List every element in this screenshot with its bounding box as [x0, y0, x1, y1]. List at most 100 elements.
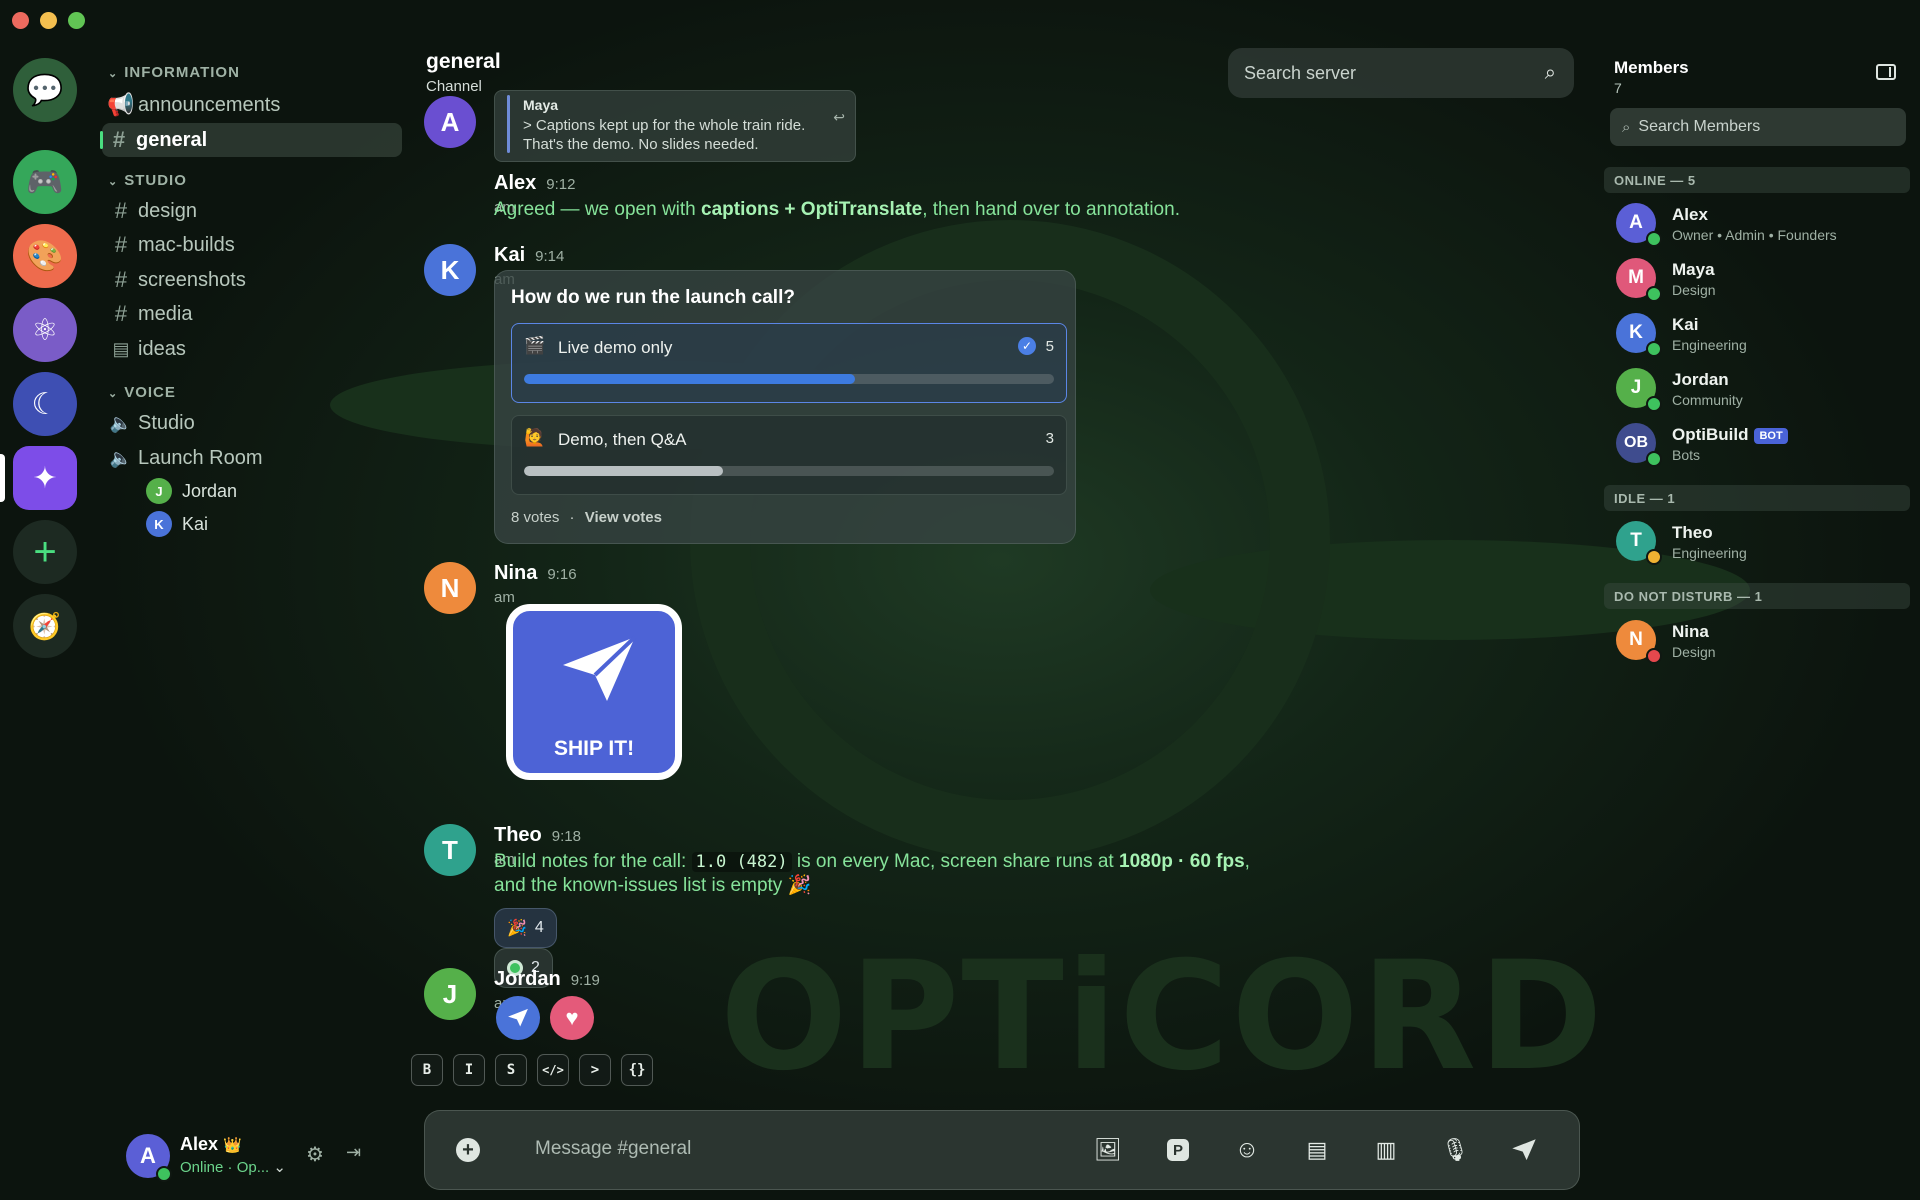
microphone-icon: 🎙 — [1441, 1137, 1469, 1162]
view-votes-link[interactable]: View votes — [585, 509, 662, 526]
voice-channel-studio[interactable]: 🔈 Studio — [104, 406, 394, 440]
bold-button[interactable]: B — [411, 1054, 443, 1086]
member-name: Jordan — [1672, 370, 1729, 389]
paper-plane-icon — [508, 1008, 528, 1027]
status-online-dot — [1646, 341, 1662, 357]
poll-option-demo-qa[interactable]: 🙋 Demo, then Q&A 3 — [511, 415, 1067, 495]
member-alex[interactable]: A Alex Owner • Admin • Founders — [1616, 199, 1906, 249]
member-maya[interactable]: M Maya Design — [1616, 254, 1906, 304]
reply-arrow-icon: ↩ — [833, 109, 845, 125]
image-button[interactable]: 🖼 — [1091, 1133, 1125, 1167]
server-science[interactable]: ⚛ — [13, 298, 77, 362]
status-dnd-dot — [1646, 648, 1662, 664]
code-block-button[interactable]: {} — [621, 1054, 653, 1086]
poll-vote-count: 3 — [1045, 430, 1054, 447]
server-gaming[interactable]: 🎮 — [13, 150, 77, 214]
atom-icon: ⚛ — [31, 313, 59, 347]
member-optibuild[interactable]: OB OptiBuild BOT Bots — [1616, 419, 1906, 469]
member-jordan[interactable]: J Jordan Community — [1616, 364, 1906, 414]
group-dnd: DO NOT DISTURB — 1 — [1604, 583, 1910, 609]
voice-user-kai[interactable]: K Kai — [146, 511, 208, 537]
members-search[interactable]: ⌕ Search Members — [1610, 108, 1906, 146]
zoom-window-button[interactable] — [68, 12, 85, 29]
image-icon: 🖼 — [1094, 1137, 1122, 1162]
message-input[interactable]: Message #general — [535, 1138, 691, 1160]
voice-message-button[interactable]: 🎙 — [1438, 1133, 1472, 1167]
moon-icon: ☾ — [31, 387, 59, 421]
poll-option-label: Demo, then Q&A — [558, 430, 687, 449]
page-title: general — [426, 50, 501, 73]
server-opticord[interactable]: ✦ — [13, 446, 77, 510]
voice-user-jordan[interactable]: J Jordan — [146, 478, 237, 504]
member-kai[interactable]: K Kai Engineering — [1616, 309, 1906, 359]
page-subtitle: Channel — [426, 78, 482, 95]
poll-progress-bar — [524, 466, 1054, 476]
member-name: Alex — [1672, 205, 1708, 224]
heart-emoji[interactable]: ♥ — [550, 996, 594, 1040]
members-search-input[interactable]: Search Members — [1638, 118, 1760, 136]
member-role: Engineering — [1672, 545, 1747, 561]
category-studio[interactable]: ⌄ STUDIO — [108, 172, 187, 189]
message-author[interactable]: Nina 9:16 am — [494, 562, 577, 608]
voice-channel-launch-room[interactable]: 🔈 Launch Room — [104, 441, 394, 475]
status-online-dot — [1646, 451, 1662, 467]
paper-plane-emoji[interactable] — [496, 996, 540, 1040]
channel-general[interactable]: # general — [100, 123, 402, 157]
quoted-reply[interactable]: Maya > Captions kept up for the whole tr… — [494, 90, 856, 162]
close-window-button[interactable] — [12, 12, 29, 29]
channel-media[interactable]: # media — [104, 297, 394, 331]
channel-mac-builds[interactable]: # mac-builds — [104, 228, 394, 262]
reaction-party[interactable]: 🎉 4 — [494, 908, 557, 948]
member-role: Owner • Admin • Founders — [1672, 227, 1837, 243]
poll-button[interactable]: ▥ — [1369, 1133, 1403, 1167]
category-voice[interactable]: ⌄ VOICE — [108, 384, 176, 401]
channel-screenshots[interactable]: # screenshots — [104, 263, 394, 297]
category-information[interactable]: ⌄ INFORMATION — [108, 64, 240, 81]
logout-icon[interactable]: ⇥ — [346, 1142, 361, 1163]
server-night[interactable]: ☾ — [13, 372, 77, 436]
status-online-dot — [1646, 286, 1662, 302]
chevron-down-icon: ⌄ — [108, 68, 119, 80]
message-text: Build notes for the call: 1.0 (482) is o… — [494, 851, 1250, 872]
format-toolbar: B I S </> > {} — [411, 1054, 653, 1086]
message-list: A Maya > Captions kept up for the whole … — [420, 90, 1600, 1056]
channel-announcements[interactable]: 📢 announcements — [104, 88, 394, 122]
member-role: Engineering — [1672, 337, 1747, 353]
add-server-button[interactable]: + — [13, 520, 77, 584]
server-chat[interactable]: 💬 — [13, 58, 77, 122]
emoji-button[interactable]: ☺ — [1230, 1133, 1264, 1167]
poll-progress-bar — [524, 374, 1054, 384]
server-search[interactable]: Search server ⌕ — [1228, 48, 1574, 98]
poll-option-live-demo[interactable]: 🎬 Live demo only ✓ 5 — [511, 323, 1067, 403]
strikethrough-button[interactable]: S — [495, 1054, 527, 1086]
quote-button[interactable]: > — [579, 1054, 611, 1086]
members-sidebar: Members 7 ⌕ Search Members ONLINE — 5 A … — [1600, 40, 1920, 1200]
message-text: and the known-issues list is empty 🎉 — [494, 875, 812, 896]
toggle-sidebar-icon[interactable] — [1876, 64, 1896, 80]
hash-icon: # — [114, 232, 128, 257]
member-nina[interactable]: N Nina Design — [1616, 616, 1906, 666]
add-attachment-button[interactable]: + — [451, 1133, 485, 1167]
member-role: Bots — [1672, 447, 1701, 463]
italic-button[interactable]: I — [453, 1054, 485, 1086]
sticker-button[interactable]: ▤ — [1300, 1133, 1334, 1167]
reply-text-line: That's the demo. No slides needed. — [523, 136, 759, 153]
ship-it-sticker[interactable]: SHIP IT! — [506, 604, 682, 780]
channel-design[interactable]: # design — [104, 194, 394, 228]
search-input[interactable]: Search server — [1244, 63, 1545, 84]
parking-button[interactable]: P — [1161, 1133, 1195, 1167]
search-icon: ⌕ — [1544, 61, 1556, 84]
member-name: Nina — [1672, 622, 1709, 641]
minimize-window-button[interactable] — [40, 12, 57, 29]
user-status[interactable]: Online · Op... ⌄ — [180, 1158, 286, 1176]
inline-code-button[interactable]: </> — [537, 1054, 569, 1086]
window-controls — [12, 12, 85, 29]
member-theo[interactable]: T Theo Engineering — [1616, 517, 1906, 567]
server-art[interactable]: 🎨 — [13, 224, 77, 288]
settings-gear-icon[interactable]: ⚙ — [306, 1142, 324, 1167]
caption-card-icon: ▤ — [1306, 1137, 1328, 1162]
send-button[interactable] — [1507, 1133, 1541, 1167]
channel-ideas[interactable]: ▤ ideas — [104, 332, 394, 366]
explore-servers-button[interactable]: 🧭 — [13, 594, 77, 658]
palette-icon: 🎨 — [26, 239, 64, 273]
